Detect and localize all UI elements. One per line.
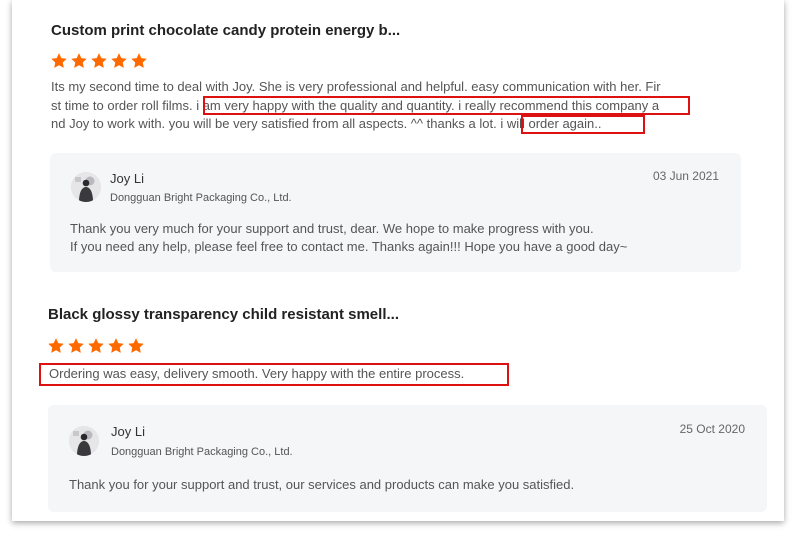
reply-date: 25 Oct 2020 <box>679 422 745 436</box>
avatar-icon <box>71 172 101 202</box>
reply-company: Dongguan Bright Packaging Co., Ltd. <box>110 192 292 204</box>
star-icon <box>51 53 67 68</box>
review-text-line: Its my second time to deal with Joy. She… <box>51 79 661 94</box>
star-icon <box>108 338 124 353</box>
star-icon <box>91 53 107 68</box>
rating-stars <box>50 52 148 70</box>
reply-name: Joy Li <box>111 424 145 439</box>
star-icon <box>71 53 87 68</box>
highlight-box <box>39 363 509 386</box>
reply-company: Dongguan Bright Packaging Co., Ltd. <box>111 446 293 458</box>
highlight-box <box>203 96 690 115</box>
seller-reply: Joy Li Dongguan Bright Packaging Co., Lt… <box>48 405 767 512</box>
star-icon <box>68 338 84 353</box>
reply-text-line: Thank you for your support and trust, ou… <box>69 477 575 492</box>
reply-date: 03 Jun 2021 <box>652 169 719 183</box>
highlight-box <box>521 115 645 134</box>
review-product-title[interactable]: Custom print chocolate candy protein ene… <box>51 22 400 39</box>
reply-name: Joy Li <box>110 171 144 186</box>
reply-text-line: If you need any help, please feel free t… <box>70 239 628 254</box>
reply-text: Thank you for your support and trust, ou… <box>69 476 574 494</box>
seller-reply: Joy Li Dongguan Bright Packaging Co., Lt… <box>50 153 741 272</box>
review-product-title[interactable]: Black glossy transparency child resistan… <box>48 306 399 323</box>
star-icon <box>88 338 104 353</box>
star-icon <box>131 53 147 68</box>
star-icon <box>48 338 64 353</box>
star-icon <box>111 53 127 68</box>
avatar-icon <box>69 426 99 456</box>
rating-stars <box>47 337 145 355</box>
reviews-card: Custom print chocolate candy protein ene… <box>12 0 784 521</box>
reply-text-line: Thank you very much for your support and… <box>70 221 594 236</box>
star-icon <box>128 338 144 353</box>
reply-text: Thank you very much for your support and… <box>70 220 627 256</box>
